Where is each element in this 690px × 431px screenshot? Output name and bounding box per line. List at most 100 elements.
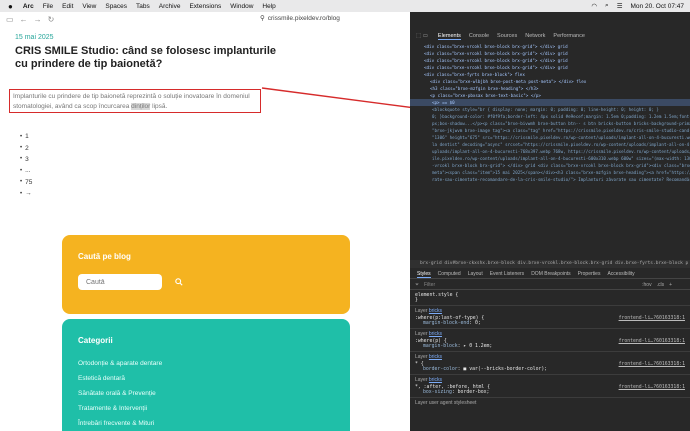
css-rule: frontend-li…?60163318:1 * { border-color…	[410, 360, 690, 375]
devtools-panel: ⬚ ▭ Elements Console Sources Network Per…	[410, 12, 690, 431]
category-link[interactable]: Sănătate orală & Prevenție	[78, 386, 162, 401]
category-link[interactable]: Tratamente & Intervenții	[78, 401, 162, 416]
breadcrumb[interactable]: brx-grid div#brxe-ckxshx.brxe-block div.…	[410, 260, 690, 268]
prop-value[interactable]: : ■ var(--bricks-border-color);	[458, 367, 548, 372]
forward-icon[interactable]: →	[34, 15, 42, 24]
rule-source-link[interactable]: frontend-li…?60163318:1	[619, 316, 685, 321]
dom-tree: <div class="brxe-vrcokl brxe-block brx-g…	[410, 43, 690, 253]
tab-accessibility[interactable]: Accessibility	[607, 271, 634, 277]
prop-name[interactable]: margin-block	[423, 344, 458, 349]
menu-tabs[interactable]: Tabs	[136, 3, 150, 10]
dom-node[interactable]: meta"><span class="item">15 mai 2025</sp…	[410, 169, 690, 176]
tab-performance[interactable]: Performance	[553, 33, 585, 39]
dom-node[interactable]: <div class="brxe-vrcokl brxe-block brx-g…	[410, 43, 690, 50]
page-link[interactable]: 2	[20, 142, 32, 153]
tab-computed[interactable]: Computed	[438, 271, 461, 277]
reload-icon[interactable]: ↻	[48, 15, 55, 24]
prop-name[interactable]: box-sizing	[423, 390, 452, 395]
menu-app[interactable]: Arc	[23, 3, 34, 10]
tab-elements[interactable]: Elements	[437, 33, 461, 40]
layer-link[interactable]: bricks	[429, 308, 442, 314]
apple-icon[interactable]: ●	[8, 2, 13, 11]
dom-node[interactable]: <div class="brxe-wlbjbh brxe-post-meta p…	[410, 78, 690, 85]
site-info-icon[interactable]: ⚲	[260, 14, 265, 22]
menu-spaces[interactable]: Spaces	[105, 3, 127, 10]
dom-node-selected[interactable]: <p> == $0	[410, 99, 690, 106]
rule-source-link[interactable]: frontend-li…?60163318:1	[619, 362, 685, 367]
page-link[interactable]: 1	[20, 131, 32, 142]
dom-node[interactable]: rate-sau-cimentate-recomandare-de-la-cri…	[410, 176, 690, 183]
menu-extensions[interactable]: Extensions	[189, 3, 221, 10]
dom-node[interactable]: "brxe-jkjwvm brxe-image tag"><a class="t…	[410, 127, 690, 134]
tab-event-listeners[interactable]: Event Listeners	[490, 271, 524, 277]
new-rule-button[interactable]: +	[669, 282, 672, 288]
back-icon[interactable]: ←	[20, 15, 28, 24]
blog-search-input[interactable]	[78, 274, 162, 290]
url-bar[interactable]: ⚲ crissmile.pixeldev.ro/blog	[260, 14, 340, 23]
category-link[interactable]: Ortodonție & aparate dentare	[78, 356, 162, 371]
dom-node[interactable]: <blockquote style="br { display: none; m…	[410, 106, 690, 113]
dom-node[interactable]: <div class="brxe-vrcokl brxe-block brx-g…	[410, 50, 690, 57]
search-button[interactable]	[171, 274, 187, 290]
hov-toggle[interactable]: :hov	[642, 282, 651, 288]
tab-console[interactable]: Console	[469, 33, 489, 39]
cls-toggle[interactable]: .cls	[657, 282, 665, 288]
rule-close: }	[415, 298, 418, 303]
css-property[interactable]: border-color: ■ var(--bricks-border-colo…	[415, 367, 685, 372]
tab-sources[interactable]: Sources	[497, 33, 517, 39]
dom-node[interactable]: uploads/implant-all-on-4-bucuresti-768x3…	[410, 148, 690, 155]
prop-value[interactable]: : ▸ 0 1.2em;	[458, 344, 493, 349]
menu-edit[interactable]: Edit	[62, 3, 73, 10]
sidebar-toggle-icon[interactable]: ▭	[6, 15, 14, 24]
control-center-icon[interactable]: ☰	[617, 2, 623, 10]
dom-node[interactable]: "1306" height="675" src="https://crissmi…	[410, 134, 690, 141]
page-link[interactable]: 3	[20, 154, 32, 165]
dom-node[interactable]: <div class="brxe-vrcokl brxe-block brx-g…	[410, 64, 690, 71]
layer-link[interactable]: bricks	[429, 331, 442, 337]
menu-view[interactable]: View	[82, 3, 96, 10]
menu-window[interactable]: Window	[230, 3, 253, 10]
rule-source-link[interactable]: frontend-li…?60163318:1	[619, 385, 685, 390]
rule-source-link[interactable]: frontend-li…?60163318:1	[619, 339, 685, 344]
menubar-status: ◠ ⌕ ☰ Mon 20. Oct 07:47	[591, 0, 684, 12]
next-page-link[interactable]: →	[20, 188, 32, 199]
prop-value[interactable]: : 0;	[469, 321, 481, 326]
layer-text: Layer	[415, 331, 428, 337]
dom-node[interactable]: 0; }background-color: #f0f9fa;border-lef…	[410, 113, 690, 120]
dom-node[interactable]: px;box-shadow...</p><p class="brxe-bivwm…	[410, 120, 690, 127]
menu-help[interactable]: Help	[262, 3, 275, 10]
menu-archive[interactable]: Archive	[159, 3, 181, 10]
category-link[interactable]: Estetică dentară	[78, 371, 162, 386]
prop-name[interactable]: border-color	[423, 367, 458, 372]
css-property[interactable]: box-sizing: border-box;	[415, 390, 685, 395]
dom-node[interactable]: ile.pixeldev.ro/wp-content/uploads/impla…	[410, 155, 690, 162]
dom-node[interactable]: <div class="brxe-fyrts brxe-block"> flex	[410, 71, 690, 78]
layer-link[interactable]: bricks	[429, 377, 442, 383]
dom-node[interactable]: <p class="brxe-pbxsax brxe-text-basic"> …	[410, 92, 690, 99]
tab-dom-breakpoints[interactable]: DOM Breakpoints	[531, 271, 570, 277]
prop-value[interactable]: : border-box;	[452, 390, 490, 395]
css-property[interactable]: margin-block-end: 0;	[415, 321, 685, 326]
dom-node[interactable]: <div class="brxe-vrcokl brxe-block brx-g…	[410, 57, 690, 64]
layer-text: Layer	[415, 354, 428, 360]
search-icon[interactable]: ⌕	[605, 2, 609, 10]
post-title[interactable]: CRIS SMILE Studio: când se folosesc impl…	[15, 45, 285, 71]
menu-file[interactable]: File	[43, 3, 53, 10]
dom-node[interactable]: <h3 class="brxe-mzfgin brxe-heading"> </…	[410, 85, 690, 92]
url-text[interactable]: crissmile.pixeldev.ro/blog	[268, 15, 340, 22]
wifi-icon[interactable]: ◠	[591, 2, 597, 10]
layer-link[interactable]: bricks	[429, 354, 442, 360]
tab-layout[interactable]: Layout	[468, 271, 483, 277]
dom-node[interactable]: -vrcokl brxe-block brx-grid"> </div> gri…	[410, 162, 690, 169]
tab-properties[interactable]: Properties	[578, 271, 601, 277]
prop-name[interactable]: margin-block-end	[423, 321, 469, 326]
clock[interactable]: Mon 20. Oct 07:47	[631, 3, 684, 10]
page-link[interactable]: 75	[20, 177, 32, 188]
category-link[interactable]: Întrebări frecvente & Mituri	[78, 416, 162, 431]
tab-network[interactable]: Network	[525, 33, 545, 39]
dom-node[interactable]: la dentist" decoding="async" srcset="htt…	[410, 141, 690, 148]
inspect-icon[interactable]: ⬚ ▭	[416, 33, 428, 39]
styles-filter-input[interactable]: Filter	[424, 282, 435, 288]
tab-styles[interactable]: Styles	[417, 271, 431, 278]
css-property[interactable]: margin-block: ▸ 0 1.2em;	[415, 344, 685, 349]
